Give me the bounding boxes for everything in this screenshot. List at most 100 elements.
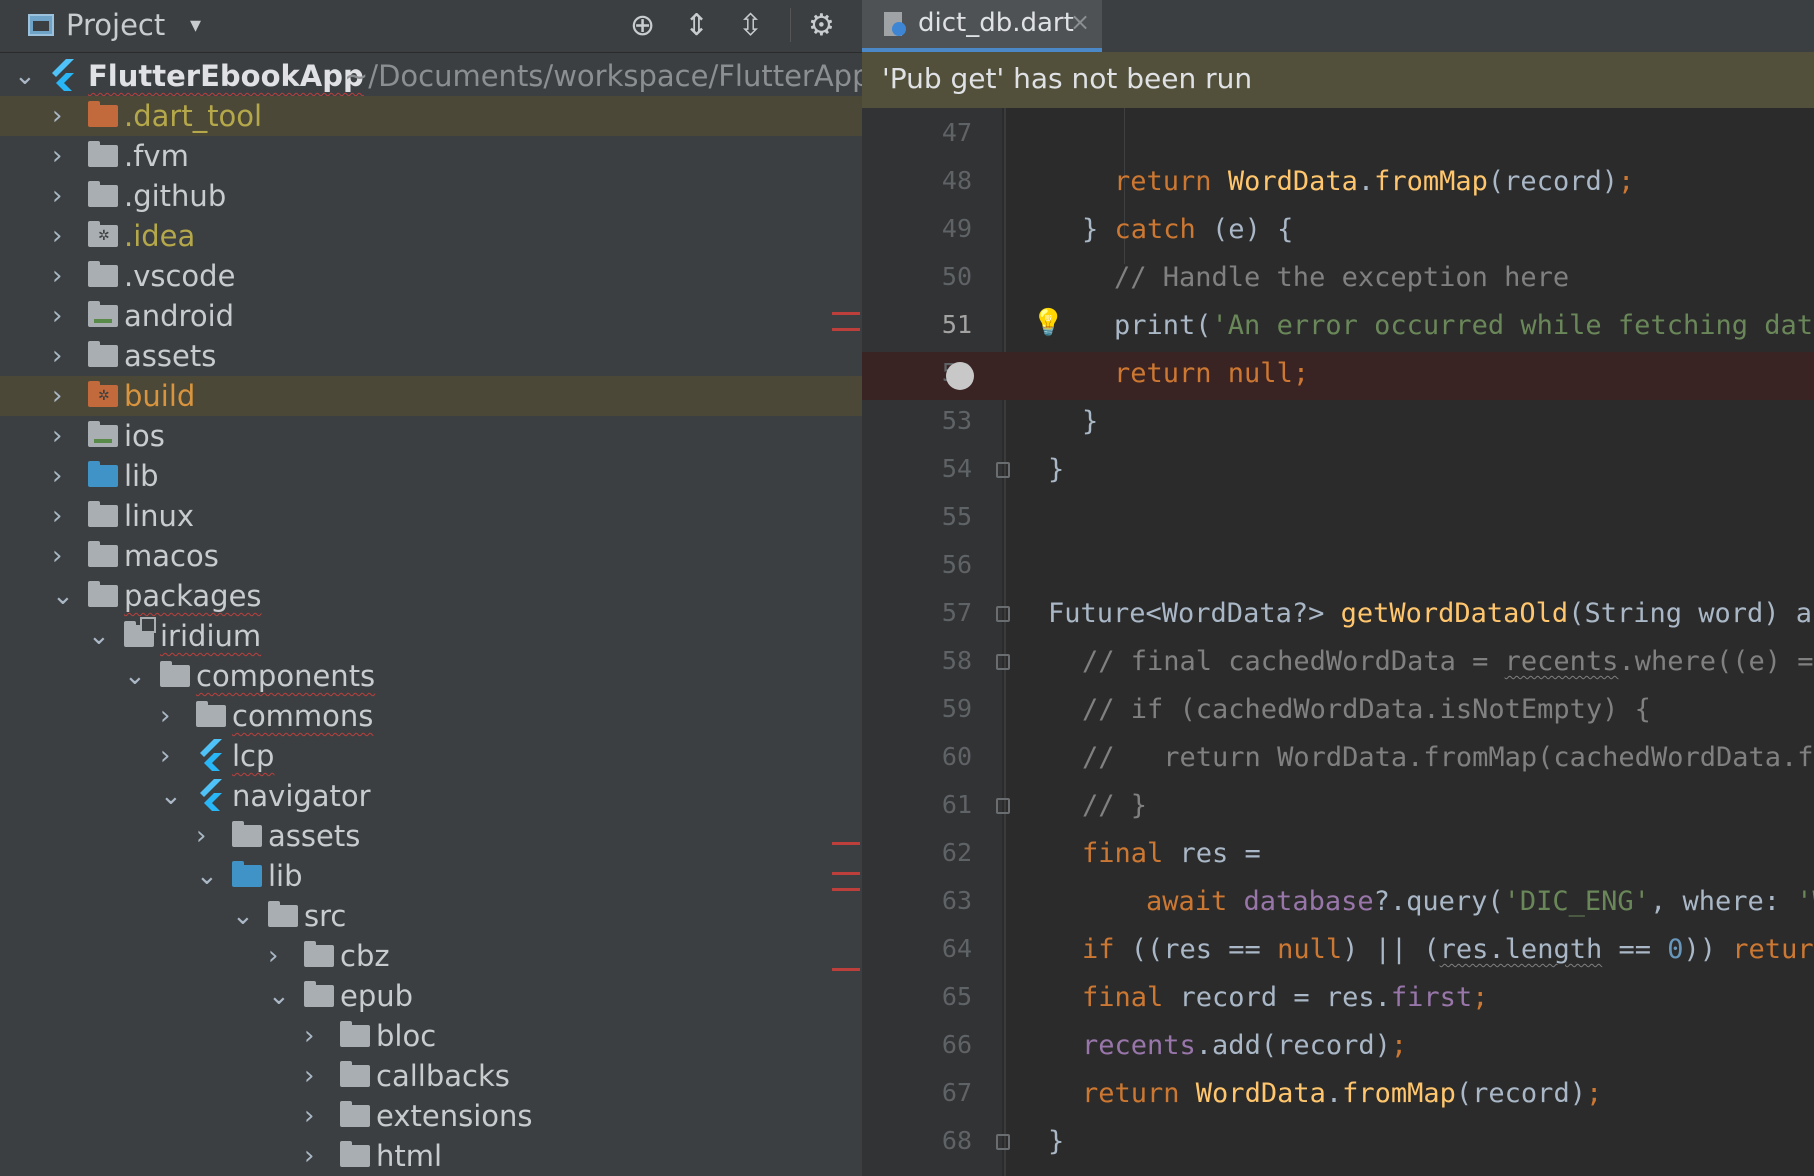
tab-dict-db-dart[interactable]: dict_db.dart ×	[862, 0, 1102, 52]
chevron-down-icon[interactable]: ⌄	[124, 660, 146, 692]
tree-item-dart-tool[interactable]: › .dart_tool	[0, 96, 862, 136]
code-line[interactable]: 48 return WordData.fromMap(record);	[862, 160, 1814, 208]
tree-item-build[interactable]: › ✲ build	[0, 376, 862, 416]
tree-root[interactable]: ⌄ FlutterEbookApp ~/Documents/workspace/…	[0, 56, 862, 96]
tree-item-html[interactable]: › html	[0, 1136, 862, 1176]
error-stripe-mark[interactable]	[832, 328, 860, 331]
tree-item-callbacks[interactable]: › callbacks	[0, 1056, 862, 1096]
locate-icon[interactable]: ⊕	[630, 8, 655, 44]
tree-item-extensions[interactable]: › extensions	[0, 1096, 862, 1136]
fold-marker-icon[interactable]	[996, 1134, 1010, 1150]
tree-item-lcp[interactable]: › lcp	[0, 736, 862, 776]
fold-marker-icon[interactable]	[996, 654, 1010, 670]
fold-marker-icon[interactable]	[996, 798, 1010, 814]
code-line[interactable]: 54 }	[862, 448, 1814, 496]
code-line[interactable]: 65 final record = res.first;	[862, 976, 1814, 1024]
collapse-all-icon[interactable]: ⇳	[738, 8, 763, 44]
chevron-right-icon[interactable]: ›	[52, 380, 62, 412]
chevron-right-icon[interactable]: ›	[52, 500, 62, 532]
chevron-down-icon[interactable]: ⌄	[160, 780, 182, 812]
project-view-title[interactable]: Project	[66, 8, 165, 42]
code-line[interactable]: 61 // }	[862, 784, 1814, 832]
chevron-down-icon[interactable]: ⌄	[14, 60, 36, 92]
chevron-right-icon[interactable]: ›	[52, 100, 62, 132]
code-line[interactable]: 67 return WordData.fromMap(record);	[862, 1072, 1814, 1120]
gear-icon[interactable]: ⚙	[808, 8, 835, 44]
chevron-down-icon[interactable]: ▾	[190, 13, 201, 38]
chevron-down-icon[interactable]: ⌄	[52, 580, 74, 612]
code-line[interactable]: 58 // final cachedWordData = recents.whe…	[862, 640, 1814, 688]
chevron-down-icon[interactable]: ⌄	[268, 980, 290, 1012]
chevron-right-icon[interactable]: ›	[160, 700, 170, 732]
chevron-right-icon[interactable]: ›	[304, 1020, 314, 1052]
tree-item-commons[interactable]: › commons	[0, 696, 862, 736]
tree-item-ios[interactable]: › ios	[0, 416, 862, 456]
code-line[interactable]: 56	[862, 544, 1814, 592]
fold-marker-icon[interactable]	[996, 462, 1010, 478]
tree-item-macos[interactable]: › macos	[0, 536, 862, 576]
chevron-right-icon[interactable]: ›	[304, 1060, 314, 1092]
tree-item-assets[interactable]: › assets	[0, 336, 862, 376]
chevron-right-icon[interactable]: ›	[52, 300, 62, 332]
chevron-right-icon[interactable]: ›	[268, 940, 278, 972]
chevron-right-icon[interactable]: ›	[52, 460, 62, 492]
tree-item-packages[interactable]: ⌄ packages	[0, 576, 862, 616]
tree-item-navigator-assets[interactable]: › assets	[0, 816, 862, 856]
tree-item-android[interactable]: › android	[0, 296, 862, 336]
fold-marker-icon[interactable]	[996, 606, 1010, 622]
tree-item-src[interactable]: ⌄ src	[0, 896, 862, 936]
error-stripe-mark[interactable]	[832, 872, 860, 875]
breakpoint-icon[interactable]	[946, 362, 974, 390]
chevron-right-icon[interactable]: ›	[304, 1140, 314, 1172]
chevron-right-icon[interactable]: ›	[160, 740, 170, 772]
chevron-down-icon[interactable]: ⌄	[196, 860, 218, 892]
tree-item-linux[interactable]: › linux	[0, 496, 862, 536]
chevron-right-icon[interactable]: ›	[52, 220, 62, 252]
chevron-right-icon[interactable]: ›	[52, 420, 62, 452]
code-line[interactable]: 55	[862, 496, 1814, 544]
chevron-right-icon[interactable]: ›	[52, 260, 62, 292]
code-line[interactable]: 53 }	[862, 400, 1814, 448]
tree-item-navigator-lib[interactable]: ⌄ lib	[0, 856, 862, 896]
chevron-down-icon[interactable]: ⌄	[232, 900, 254, 932]
chevron-right-icon[interactable]: ›	[196, 820, 206, 852]
tree-item-navigator[interactable]: ⌄ navigator	[0, 776, 862, 816]
code-line[interactable]: 68 }	[862, 1120, 1814, 1168]
settings-folder-icon: ✲	[88, 221, 118, 247]
code-line[interactable]: 49 } catch (e) {	[862, 208, 1814, 256]
code-line[interactable]: 59 // if (cachedWordData.isNotEmpty) {	[862, 688, 1814, 736]
error-stripe-mark[interactable]	[832, 842, 860, 845]
tree-item-idea[interactable]: › ✲ .idea	[0, 216, 862, 256]
close-icon[interactable]: ×	[1070, 8, 1090, 36]
chevron-right-icon[interactable]: ›	[52, 180, 62, 212]
code-line[interactable]: 51 💡 print('An error occurred while fetc…	[862, 304, 1814, 352]
code-line[interactable]: 64 if ((res == null) || (res.length == 0…	[862, 928, 1814, 976]
chevron-right-icon[interactable]: ›	[304, 1100, 314, 1132]
error-stripe-mark[interactable]	[832, 888, 860, 891]
code-line[interactable]: 57 Future<WordData?> getWordDataOld(Stri…	[862, 592, 1814, 640]
chevron-down-icon[interactable]: ⌄	[88, 620, 110, 652]
tree-item-bloc[interactable]: › bloc	[0, 1016, 862, 1056]
expand-all-icon[interactable]: ⇕	[684, 8, 709, 44]
error-stripe-mark[interactable]	[832, 312, 860, 315]
code-line[interactable]: 62 final res =	[862, 832, 1814, 880]
tree-item-components[interactable]: ⌄ components	[0, 656, 862, 696]
error-stripe-mark[interactable]	[832, 968, 860, 971]
chevron-right-icon[interactable]: ›	[52, 540, 62, 572]
code-line[interactable]: 60 // return WordData.fromMap(cachedWord…	[862, 736, 1814, 784]
code-line[interactable]: 63 await database?.query('DIC_ENG', wher…	[862, 880, 1814, 928]
code-line[interactable]: 50 // Handle the exception here	[862, 256, 1814, 304]
intention-bulb-icon[interactable]: 💡	[1032, 308, 1064, 338]
code-line[interactable]: 47	[862, 112, 1814, 160]
code-line[interactable]: 66 recents.add(record);	[862, 1024, 1814, 1072]
tree-item-lib[interactable]: › lib	[0, 456, 862, 496]
tree-item-vscode[interactable]: › .vscode	[0, 256, 862, 296]
tree-item-iridium[interactable]: ⌄ iridium	[0, 616, 862, 656]
chevron-right-icon[interactable]: ›	[52, 140, 62, 172]
tree-item-cbz[interactable]: › cbz	[0, 936, 862, 976]
code-line[interactable]: 52 return null;	[862, 352, 1814, 400]
tree-item-fvm[interactable]: › .fvm	[0, 136, 862, 176]
tree-item-github[interactable]: › .github	[0, 176, 862, 216]
chevron-right-icon[interactable]: ›	[52, 340, 62, 372]
tree-item-epub[interactable]: ⌄ epub	[0, 976, 862, 1016]
